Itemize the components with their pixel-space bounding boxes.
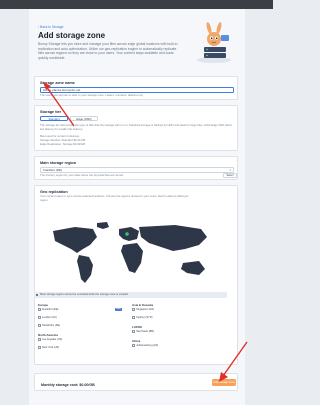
page-intro: Bunny Storage lets you store and manage …	[38, 42, 178, 60]
checkbox-box[interactable]	[132, 316, 135, 319]
checkbox-box[interactable]	[38, 308, 41, 311]
group-africa: Africa	[132, 339, 141, 343]
main-region-title: Main storage region	[40, 161, 77, 165]
page-title: Add storage zone	[38, 31, 106, 40]
page: ‹ Back to Storage Add storage zone Bunny…	[0, 0, 273, 405]
info-icon	[36, 294, 38, 296]
group-north-america: North America	[38, 333, 58, 337]
annotation-arrow-button	[219, 341, 248, 382]
region-checkbox[interactable]: Sydney (SYD)	[132, 316, 153, 319]
back-link[interactable]: ‹ Back to Storage	[38, 25, 63, 29]
region-checkbox[interactable]: Los Angeles (US)	[38, 338, 62, 341]
region-checkbox[interactable]: Singapore (SG)	[132, 308, 154, 311]
group-latam: LATAM	[132, 325, 142, 329]
annotation-arrow-name	[43, 82, 75, 127]
checkbox-box[interactable]	[38, 324, 41, 327]
geo-replication-description: Your content stays in sync across select…	[40, 194, 189, 202]
top-bar	[0, 0, 273, 9]
region-checkbox[interactable]: Stockholm (SE)	[38, 324, 60, 327]
replication-notice: Main storage region cannot be excluded w…	[34, 292, 227, 298]
region-checkbox[interactable]: Johannesburg (ZA)	[132, 344, 158, 347]
main-region-help: The primary region for your data where t…	[40, 173, 124, 177]
main-canvas: ‹ Back to Storage Add storage zone Bunny…	[29, 9, 245, 405]
checkbox-box[interactable]	[38, 346, 41, 349]
checkbox-box[interactable]	[38, 338, 41, 341]
checkbox-box[interactable]	[132, 308, 135, 311]
region-checkbox[interactable]: Sao Paulo (BR)	[132, 330, 154, 333]
footer-bar	[34, 373, 238, 391]
select-regions-button[interactable]: Select	[223, 173, 237, 178]
primary-region-tag: Main	[115, 308, 122, 311]
world-map	[35, 219, 228, 289]
region-checkbox[interactable]: Frankfurt (DE)	[38, 308, 59, 311]
bunny-mascot-illustration	[197, 22, 231, 63]
region-checkbox[interactable]: London (UK)	[38, 316, 57, 319]
checkbox-box[interactable]	[132, 344, 135, 347]
checkbox-box[interactable]	[132, 330, 135, 333]
group-asia-oceania: Asia & Oceania	[132, 303, 154, 307]
monthly-cost: Monthly storage cost: $0.00/GB	[41, 383, 95, 387]
checkbox-box[interactable]	[38, 316, 41, 319]
main-region-card: Main storage region Frankfurt (DE) ▾ The…	[34, 156, 238, 180]
group-europe: Europe	[38, 303, 48, 307]
tier-line-edge: Edge Replication: Storage $0.02/GB	[40, 142, 86, 146]
region-checkbox[interactable]: New York (US)	[38, 346, 59, 349]
